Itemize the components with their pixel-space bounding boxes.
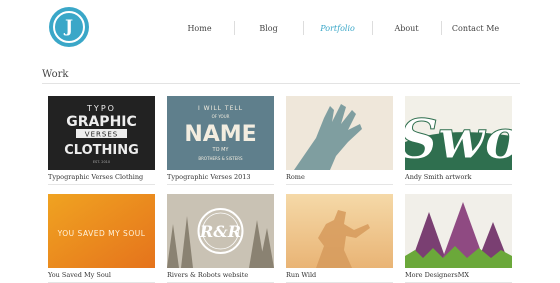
portfolio-caption[interactable]: Rome <box>286 173 393 181</box>
caption-divider <box>405 184 512 185</box>
portfolio-caption[interactable]: Rivers & Robots website <box>167 271 274 279</box>
art-text: VERSES <box>85 131 118 139</box>
portfolio-caption[interactable]: Typographic Verses 2013 <box>167 173 274 181</box>
portfolio-caption[interactable]: Typographic Verses Clothing <box>48 173 155 181</box>
portfolio-item[interactable]: YOU SAVED MY SOUL You Saved My Soul <box>48 194 155 283</box>
portfolio-caption[interactable]: Andy Smith artwork <box>405 173 512 181</box>
portfolio-caption[interactable]: Run Wild <box>286 271 393 279</box>
logo[interactable]: J <box>49 7 89 47</box>
nav-blog[interactable]: Blog <box>234 20 303 35</box>
art-text: YOU SAVED MY SOUL <box>57 229 146 238</box>
art-text: EST. 2010 <box>93 160 110 164</box>
art-text: Swo <box>405 107 512 170</box>
nav-contact[interactable]: Contact Me <box>441 20 510 35</box>
art-text: GRAPHIC <box>66 114 137 130</box>
thumbnail-more-designersmx[interactable] <box>405 194 512 268</box>
logo-letter: J <box>53 11 85 43</box>
section-title: Work <box>42 69 69 80</box>
main-nav: Home Blog Portfolio About Contact Me <box>165 17 510 39</box>
caption-divider <box>48 184 155 185</box>
art-text: OF YOUR <box>212 114 230 119</box>
art-text: TO MY <box>212 147 230 153</box>
caption-divider <box>167 184 274 185</box>
thumbnail-typographic-verses-2013[interactable]: I WILL TELL OF YOUR NAME TO MY BROTHERS … <box>167 96 274 170</box>
section-divider <box>42 83 520 84</box>
portfolio-item[interactable]: Rome <box>286 96 393 185</box>
thumbnail-you-saved-my-soul[interactable]: YOU SAVED MY SOUL <box>48 194 155 268</box>
nav-about[interactable]: About <box>372 20 441 35</box>
portfolio-caption[interactable]: You Saved My Soul <box>48 271 155 279</box>
portfolio-item[interactable]: Run Wild <box>286 194 393 283</box>
thumbnail-run-wild[interactable] <box>286 194 393 268</box>
portfolio-item[interactable]: More DesignersMX <box>405 194 512 283</box>
portfolio-item[interactable]: R&R Rivers & Robots website <box>167 194 274 283</box>
thumbnail-andy-smith-artwork[interactable]: Swo <box>405 96 512 170</box>
nav-home[interactable]: Home <box>165 24 234 33</box>
art-text: TYPO <box>86 104 116 113</box>
portfolio-caption[interactable]: More DesignersMX <box>405 271 512 279</box>
art-text: CLOTHING <box>64 143 139 158</box>
thumbnail-typographic-verses-clothing[interactable]: TYPO GRAPHIC VERSES CLOTHING EST. 2010 <box>48 96 155 170</box>
art-text: NAME <box>184 122 256 147</box>
thumbnail-rivers-and-robots[interactable]: R&R <box>167 194 274 268</box>
portfolio-item[interactable]: Swo Andy Smith artwork <box>405 96 512 185</box>
art-text: R&R <box>199 222 241 241</box>
portfolio-item[interactable]: TYPO GRAPHIC VERSES CLOTHING EST. 2010 T… <box>48 96 155 185</box>
caption-divider <box>286 184 393 185</box>
art-text: BROTHERS & SISTERS <box>198 156 243 161</box>
portfolio-item[interactable]: I WILL TELL OF YOUR NAME TO MY BROTHERS … <box>167 96 274 185</box>
thumbnail-rome[interactable] <box>286 96 393 170</box>
nav-portfolio[interactable]: Portfolio <box>303 20 372 35</box>
art-text: I WILL TELL <box>198 105 243 112</box>
